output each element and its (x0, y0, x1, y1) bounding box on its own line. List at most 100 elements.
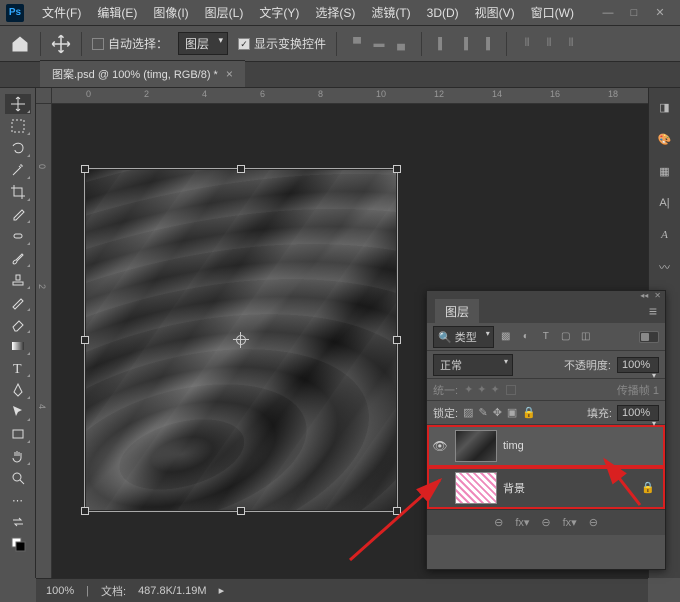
document-tab[interactable]: 图案.psd @ 100% (timg, RGB/8) * × (40, 60, 245, 87)
distribute-1[interactable]: ⫴ (517, 35, 537, 53)
window-close[interactable]: ✕ (654, 7, 666, 19)
show-transform-checkbox[interactable]: 显示变换控件 (238, 35, 326, 52)
unify-position-icon[interactable]: ✦ (464, 383, 473, 396)
lock-transparency-icon[interactable]: ▨ (463, 406, 473, 419)
menu-edit[interactable]: 编辑(E) (89, 0, 145, 25)
filter-pixel-icon[interactable]: ▩ (498, 330, 514, 344)
panel-menu-icon[interactable]: ≡ (641, 303, 665, 319)
character-panel-icon[interactable]: A| (656, 194, 674, 212)
status-doc-value[interactable]: 487.8K/1.19M (138, 585, 207, 597)
gradient-tool[interactable] (5, 336, 31, 356)
align-top[interactable]: ▀ (347, 35, 367, 53)
zoom-tool[interactable] (5, 468, 31, 488)
history-panel-icon[interactable]: ◨ (656, 98, 674, 116)
ruler-vertical[interactable]: 0 2 4 (36, 104, 52, 578)
foreground-background-colors[interactable] (5, 534, 31, 554)
menu-select[interactable]: 选择(S) (307, 0, 363, 25)
align-hcenter[interactable]: ▐ (454, 35, 474, 53)
crop-tool[interactable] (5, 182, 31, 202)
document-tab-title: 图案.psd @ 100% (timg, RGB/8) * (52, 66, 218, 82)
paragraph-panel-icon[interactable]: A (656, 226, 674, 244)
layer-item-timg[interactable]: 👁 timg (427, 425, 665, 467)
layer-mask-icon[interactable]: ⊖ (541, 516, 550, 529)
move-tool[interactable] (5, 94, 31, 114)
menu-filter[interactable]: 滤镜(T) (363, 0, 418, 25)
menu-view[interactable]: 视图(V) (467, 0, 523, 25)
adjustment-layer-icon[interactable]: fx▾ (563, 516, 577, 529)
swatches-panel-icon[interactable]: ▦ (656, 162, 674, 180)
distribute-2[interactable]: ⫴ (539, 35, 559, 53)
filter-type-icon[interactable]: T (538, 330, 554, 344)
filter-toggle[interactable] (639, 331, 659, 343)
layers-tab[interactable]: 图层 (435, 299, 479, 324)
filter-type-dropdown[interactable]: 🔍 类型 (433, 326, 494, 348)
layer-visibility-icon[interactable]: 👁 (431, 439, 449, 453)
home-icon[interactable] (10, 34, 30, 54)
history-brush-tool[interactable] (5, 292, 31, 312)
glyphs-panel-icon[interactable]: 〰 (656, 258, 674, 276)
window-minimize[interactable]: — (602, 7, 614, 19)
hand-tool[interactable] (5, 446, 31, 466)
eyedropper-tool[interactable] (5, 204, 31, 224)
path-select-tool[interactable] (5, 402, 31, 422)
status-more-icon[interactable]: ▸ (219, 584, 225, 597)
lock-all-icon[interactable]: 🔒 (522, 406, 536, 419)
lasso-tool[interactable] (5, 138, 31, 158)
unify-label: 统一: (433, 382, 458, 398)
align-bottom[interactable]: ▄ (391, 35, 411, 53)
rectangle-tool[interactable] (5, 424, 31, 444)
auto-select-checkbox[interactable]: 自动选择： (92, 35, 168, 52)
color-swap-tool[interactable] (5, 512, 31, 532)
filter-adjust-icon[interactable]: ◐ (518, 330, 534, 344)
align-vcenter[interactable]: ▬ (369, 35, 389, 53)
lock-artboard-icon[interactable]: ▣ (507, 406, 517, 419)
canvas-image[interactable] (86, 170, 396, 510)
ruler-horizontal[interactable]: 0 2 4 6 8 10 12 14 16 18 (52, 88, 648, 104)
auto-select-mode-dropdown[interactable]: 图层 (178, 32, 228, 55)
magic-wand-tool[interactable] (5, 160, 31, 180)
unify-visibility-icon[interactable]: ✦ (477, 383, 486, 396)
align-right[interactable]: ▐ (476, 35, 496, 53)
type-tool[interactable]: T (5, 358, 31, 378)
filter-smart-icon[interactable]: ◫ (578, 330, 594, 344)
layer-item-background[interactable]: 背景 🔒 (427, 467, 665, 509)
propagate-checkbox[interactable] (506, 385, 516, 395)
healing-tool[interactable] (5, 226, 31, 246)
opacity-value[interactable]: 100% (617, 357, 659, 373)
new-group-icon[interactable]: ⊖ (589, 516, 598, 529)
pen-tool[interactable] (5, 380, 31, 400)
window-maximize[interactable]: □ (628, 7, 640, 19)
brush-tool[interactable] (5, 248, 31, 268)
stamp-tool[interactable] (5, 270, 31, 290)
color-panel-icon[interactable]: 🎨 (656, 130, 674, 148)
status-zoom[interactable]: 100% (46, 585, 74, 597)
align-left[interactable]: ▌ (432, 35, 452, 53)
marquee-tool[interactable] (5, 116, 31, 136)
fill-value[interactable]: 100% (617, 405, 659, 421)
unify-style-icon[interactable]: ✦ (491, 383, 500, 396)
document-tabs: 图案.psd @ 100% (timg, RGB/8) * × (0, 62, 680, 88)
filter-shape-icon[interactable]: ▢ (558, 330, 574, 344)
layer-thumbnail[interactable] (455, 430, 497, 462)
lock-pixels-icon[interactable]: ✎ (478, 406, 487, 419)
menu-window[interactable]: 窗口(W) (523, 0, 582, 25)
menu-3d[interactable]: 3D(D) (419, 2, 467, 24)
menu-file[interactable]: 文件(F) (34, 0, 89, 25)
edit-toolbar[interactable]: ⋯ (5, 490, 31, 510)
menu-layer[interactable]: 图层(L) (197, 0, 252, 25)
app-logo: Ps (6, 4, 24, 22)
document-tab-close[interactable]: × (226, 67, 233, 81)
layer-fx-icon[interactable]: fx▾ (515, 516, 529, 529)
link-layers-icon[interactable]: ⊖ (494, 516, 503, 529)
layer-name[interactable]: timg (503, 440, 524, 452)
lock-position-icon[interactable]: ✥ (493, 406, 502, 419)
auto-select-label: 自动选择： (108, 35, 168, 52)
distribute-3[interactable]: ⫴ (561, 35, 581, 53)
menu-type[interactable]: 文字(Y) (251, 0, 307, 25)
blend-mode-dropdown[interactable]: 正常 (433, 354, 513, 376)
eraser-tool[interactable] (5, 314, 31, 334)
layer-name[interactable]: 背景 (503, 480, 525, 496)
menu-image[interactable]: 图像(I) (145, 0, 196, 25)
layer-lock-icon: 🔒 (641, 481, 661, 494)
layer-thumbnail[interactable] (455, 472, 497, 504)
